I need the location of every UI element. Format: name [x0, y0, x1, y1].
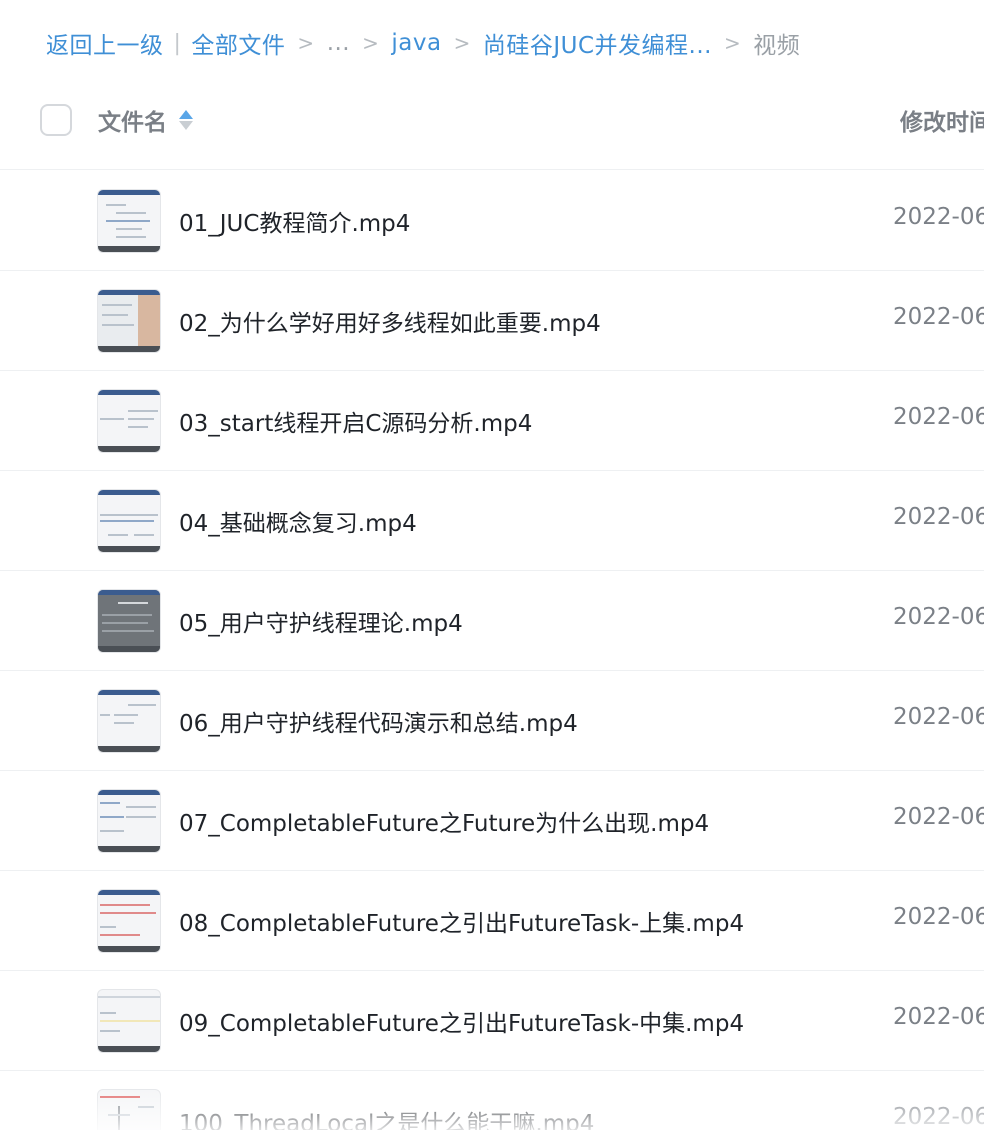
video-thumbnail[interactable]: [97, 389, 161, 453]
chevron-right-icon: >: [297, 31, 315, 55]
file-name[interactable]: 03_start线程开启C源码分析.mp4: [179, 404, 532, 438]
file-name[interactable]: 07_CompletableFuture之Future为什么出现.mp4: [179, 804, 709, 838]
video-thumbnail[interactable]: [97, 1089, 161, 1130]
chevron-right-icon: >: [453, 31, 471, 55]
file-name[interactable]: 01_JUC教程简介.mp4: [179, 204, 410, 238]
sort-icon[interactable]: [179, 110, 193, 130]
file-row[interactable]: 08_CompletableFuture之引出FutureTask-上集.mp4…: [0, 871, 984, 971]
file-modified-time: 2022-06: [893, 1004, 984, 1030]
column-header-time[interactable]: 修改时间: [900, 103, 984, 137]
file-row[interactable]: 02_为什么学好用好多线程如此重要.mp4 2022-06: [0, 271, 984, 371]
file-row[interactable]: 06_用户守护线程代码演示和总结.mp4 2022-06: [0, 671, 984, 771]
video-thumbnail[interactable]: [97, 589, 161, 653]
video-thumbnail[interactable]: [97, 289, 161, 353]
chevron-right-icon: >: [723, 31, 742, 55]
file-name[interactable]: 05_用户守护线程理论.mp4: [179, 604, 463, 638]
file-row[interactable]: 100_ThreadLocal之是什么能干嘛.mp4 2022-06: [0, 1071, 984, 1130]
video-thumbnail[interactable]: [97, 189, 161, 253]
file-modified-time: 2022-06: [893, 404, 984, 430]
file-row[interactable]: 03_start线程开启C源码分析.mp4 2022-06: [0, 371, 984, 471]
file-list: 01_JUC教程简介.mp4 2022-06 02_为什么学好用好多线程如此重要…: [0, 171, 984, 1130]
file-modified-time: 2022-06: [893, 304, 984, 330]
select-all-checkbox[interactable]: [40, 104, 72, 136]
file-name[interactable]: 100_ThreadLocal之是什么能干嘛.mp4: [179, 1104, 594, 1130]
file-name[interactable]: 06_用户守护线程代码演示和总结.mp4: [179, 704, 578, 738]
file-name[interactable]: 08_CompletableFuture之引出FutureTask-上集.mp4: [179, 904, 744, 938]
file-row[interactable]: 04_基础概念复习.mp4 2022-06: [0, 471, 984, 571]
crumb-ellipsis[interactable]: ...: [327, 30, 350, 56]
file-modified-time: 2022-06: [893, 204, 984, 230]
chevron-right-icon: >: [362, 31, 380, 55]
file-modified-time: 2022-06: [893, 504, 984, 530]
column-name-label: 文件名: [98, 110, 167, 136]
crumb-all-files[interactable]: 全部文件: [191, 26, 285, 60]
crumb-current: 视频: [753, 33, 801, 59]
file-row[interactable]: 07_CompletableFuture之Future为什么出现.mp4 202…: [0, 771, 984, 871]
column-header-name[interactable]: 文件名: [98, 103, 193, 137]
file-name[interactable]: 09_CompletableFuture之引出FutureTask-中集.mp4: [179, 1004, 744, 1038]
file-row[interactable]: 09_CompletableFuture之引出FutureTask-中集.mp4…: [0, 971, 984, 1071]
video-thumbnail[interactable]: [97, 889, 161, 953]
video-thumbnail[interactable]: [97, 989, 161, 1053]
crumb-course[interactable]: 尚硅谷JUC并发编程...: [483, 26, 712, 60]
breadcrumb-divider: |: [173, 30, 182, 56]
file-modified-time: 2022-06: [893, 904, 984, 930]
file-browser: 返回上一级 | 全部文件 > ... > java > 尚硅谷JUC并发编程..…: [0, 0, 984, 1130]
file-row[interactable]: 05_用户守护线程理论.mp4 2022-06: [0, 571, 984, 671]
breadcrumb: 返回上一级 | 全部文件 > ... > java > 尚硅谷JUC并发编程..…: [46, 25, 800, 61]
video-thumbnail[interactable]: [97, 689, 161, 753]
file-modified-time: 2022-06: [893, 804, 984, 830]
file-modified-time: 2022-06: [893, 704, 984, 730]
list-header: 文件名 修改时间: [0, 70, 984, 170]
file-name[interactable]: 02_为什么学好用好多线程如此重要.mp4: [179, 304, 601, 338]
file-name[interactable]: 04_基础概念复习.mp4: [179, 504, 417, 538]
crumb-java[interactable]: java: [391, 30, 441, 56]
file-modified-time: 2022-06: [893, 1104, 984, 1130]
video-thumbnail[interactable]: [97, 489, 161, 553]
back-link[interactable]: 返回上一级: [46, 26, 164, 60]
video-thumbnail[interactable]: [97, 789, 161, 853]
file-row[interactable]: 01_JUC教程简介.mp4 2022-06: [0, 171, 984, 271]
file-modified-time: 2022-06: [893, 604, 984, 630]
